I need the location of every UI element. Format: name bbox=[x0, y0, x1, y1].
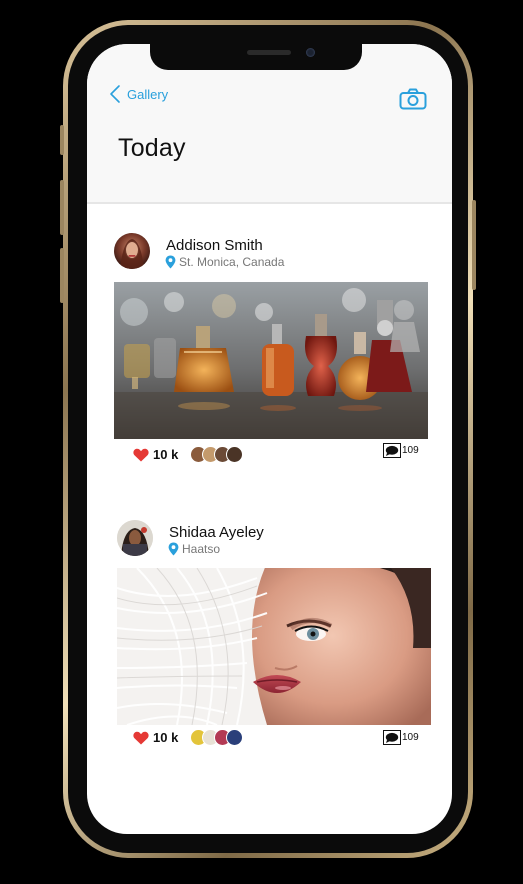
avatar-portrait bbox=[120, 239, 144, 269]
like-count: 10 k bbox=[153, 447, 179, 462]
camera-button[interactable] bbox=[399, 88, 427, 115]
perfume-bottles-image bbox=[114, 282, 428, 439]
comment-count: 109 bbox=[402, 445, 419, 456]
page-title: Today bbox=[118, 134, 186, 162]
liker-avatar bbox=[226, 729, 244, 746]
camera-icon bbox=[399, 88, 427, 110]
location-pin-icon bbox=[168, 542, 179, 556]
front-camera bbox=[306, 48, 315, 57]
chevron-left-icon bbox=[110, 85, 120, 103]
phone-notch bbox=[150, 44, 362, 70]
comments-button[interactable]: 109 bbox=[383, 730, 419, 745]
post-photo[interactable] bbox=[117, 568, 431, 725]
comment-bubble-icon bbox=[383, 443, 401, 458]
post-actions: 10 k bbox=[133, 729, 244, 746]
phone-mute-switch bbox=[60, 125, 64, 155]
phone-volume-up bbox=[60, 180, 64, 235]
location-pin-icon bbox=[165, 255, 176, 269]
phone-power-button bbox=[472, 200, 476, 290]
comment-count: 109 bbox=[402, 732, 419, 743]
beauty-portrait-image bbox=[117, 568, 431, 725]
like-count: 10 k bbox=[153, 730, 179, 745]
post-photo[interactable] bbox=[114, 282, 428, 439]
post-location-text: Haatso bbox=[182, 542, 221, 556]
comment-bubble-icon bbox=[383, 730, 401, 745]
post-author-name[interactable]: Addison Smith bbox=[166, 237, 263, 254]
back-label: Gallery bbox=[127, 86, 169, 102]
post-location: Haatso bbox=[168, 542, 220, 556]
post-location: St. Monica, Canada bbox=[165, 255, 284, 269]
liker-avatars[interactable] bbox=[190, 729, 244, 746]
phone-volume-down bbox=[60, 248, 64, 303]
comments-button[interactable]: 109 bbox=[383, 443, 419, 458]
heart-icon bbox=[133, 731, 149, 744]
post-author-name[interactable]: Shidaa Ayeley bbox=[169, 524, 264, 541]
liker-avatar bbox=[226, 446, 244, 463]
phone-speaker bbox=[247, 50, 291, 55]
like-button[interactable] bbox=[133, 448, 149, 462]
avatar[interactable] bbox=[117, 520, 153, 556]
app-screen: Gallery Today Addison Smith St. Monica, … bbox=[87, 44, 452, 834]
back-button[interactable]: Gallery bbox=[109, 84, 168, 104]
avatar-portrait bbox=[117, 520, 153, 556]
post-location-text: St. Monica, Canada bbox=[179, 255, 285, 269]
avatar[interactable] bbox=[114, 233, 150, 269]
heart-icon bbox=[133, 448, 149, 461]
post-actions: 10 k bbox=[133, 446, 244, 463]
like-button[interactable] bbox=[133, 731, 149, 745]
liker-avatars[interactable] bbox=[190, 446, 244, 463]
